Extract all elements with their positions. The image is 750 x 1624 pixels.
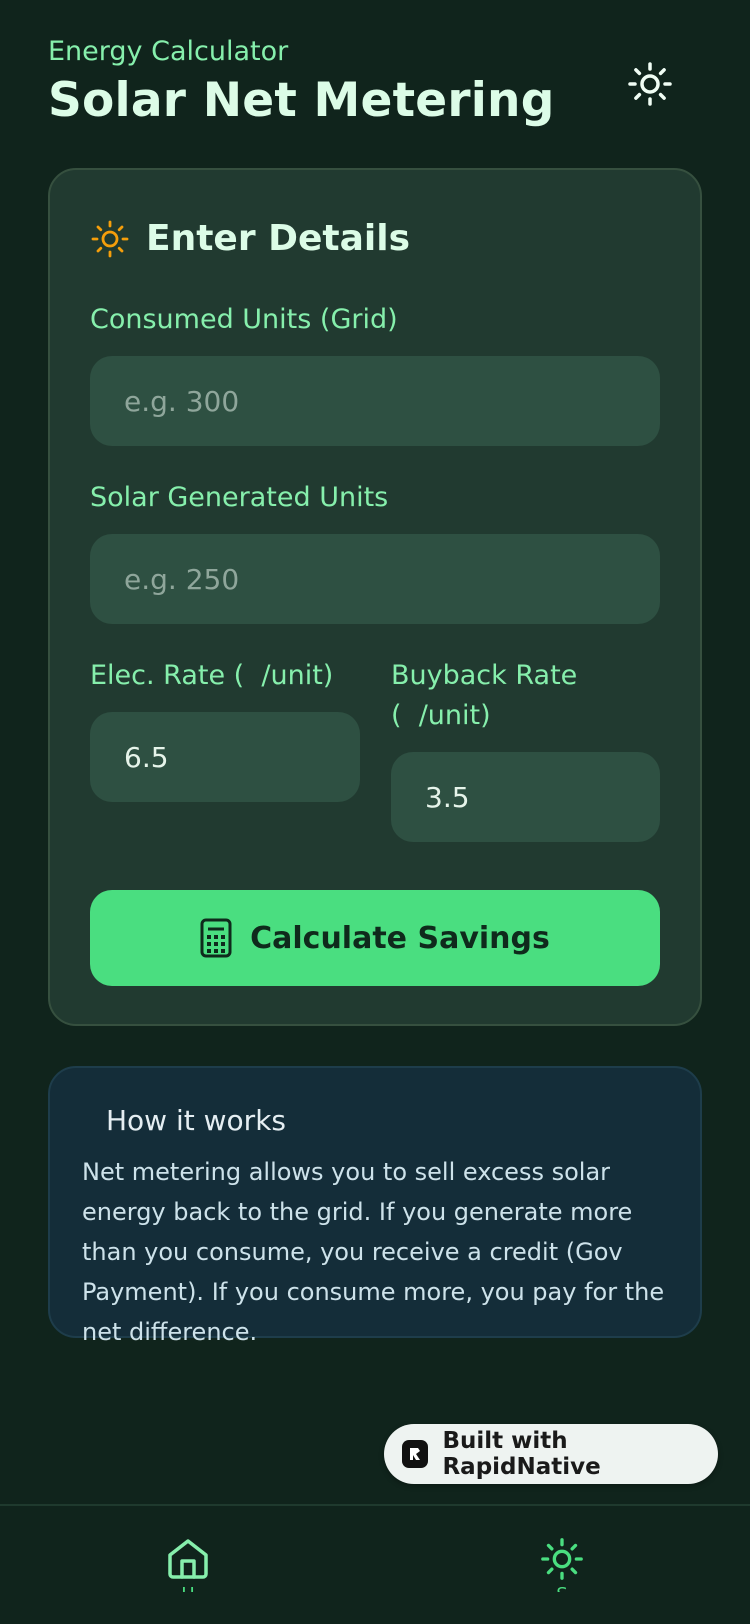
header: Energy Calculator Solar Net Metering xyxy=(48,36,702,128)
details-card: Enter Details Consumed Units (Grid) e.g.… xyxy=(48,168,702,1026)
buyback-rate-label: Buyback Rate ( /unit) xyxy=(391,656,577,736)
tab-home[interactable]: H xyxy=(158,1536,218,1596)
buyback-rate-label-line2: ( /unit) xyxy=(391,700,491,731)
solar-units-label: Solar Generated Units xyxy=(90,482,389,513)
how-it-works-card: How it works Net metering allows you to … xyxy=(48,1066,702,1346)
bottom-tab-bar: H S xyxy=(0,1504,750,1624)
how-it-works-title: How it works xyxy=(106,1104,286,1137)
home-icon xyxy=(168,1539,208,1579)
page-title: Solar Net Metering xyxy=(48,73,555,128)
elec-rate-input[interactable]: 6.5 xyxy=(90,712,360,802)
elec-rate-value: 6.5 xyxy=(124,740,169,774)
theme-toggle-button[interactable] xyxy=(624,58,676,110)
consumed-units-input[interactable]: e.g. 300 xyxy=(90,356,660,446)
solar-units-input[interactable]: e.g. 250 xyxy=(90,534,660,624)
card-title: Enter Details xyxy=(146,218,411,259)
card-header: Enter Details xyxy=(90,218,410,259)
consumed-units-label: Consumed Units (Grid) xyxy=(90,304,398,335)
buyback-rate-label-line1: Buyback Rate xyxy=(391,660,578,691)
rapidnative-logo-icon xyxy=(402,1440,429,1468)
how-it-works-text: Net metering allows you to sell excess s… xyxy=(82,1158,665,1346)
tab-solar[interactable]: S xyxy=(532,1536,592,1596)
tab-home-label: H xyxy=(181,1584,195,1592)
buyback-rate-input[interactable]: 3.5 xyxy=(391,752,660,842)
page-subtitle: Energy Calculator xyxy=(48,36,289,67)
sun-icon xyxy=(628,62,672,106)
sun-icon xyxy=(91,220,129,257)
elec-rate-label: Elec. Rate ( /unit) xyxy=(90,660,334,691)
calculate-savings-button[interactable]: Calculate Savings xyxy=(90,890,660,986)
built-with-badge[interactable]: Built with RapidNative xyxy=(384,1424,718,1484)
tab-solar-label: S xyxy=(556,1584,567,1592)
calculator-icon xyxy=(200,918,232,958)
sun-icon xyxy=(541,1538,583,1580)
consumed-units-placeholder: e.g. 300 xyxy=(124,384,240,418)
calculate-savings-label: Calculate Savings xyxy=(250,920,550,956)
built-with-label: Built with RapidNative xyxy=(442,1428,601,1480)
buyback-rate-value: 3.5 xyxy=(425,780,470,814)
solar-units-placeholder: e.g. 250 xyxy=(124,562,240,596)
